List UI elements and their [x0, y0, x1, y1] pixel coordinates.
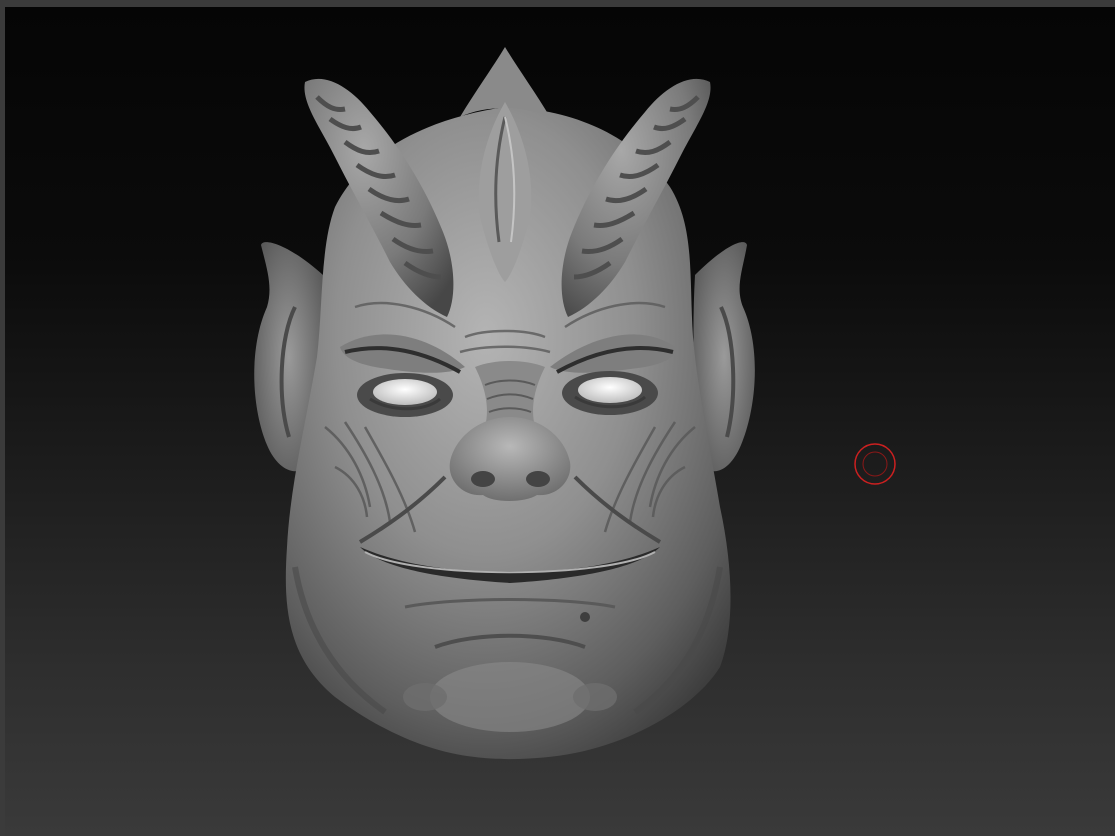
sculpted-demon-head-icon — [254, 47, 755, 760]
app-frame — [0, 0, 1115, 836]
sculpt-viewport[interactable] — [5, 7, 1115, 836]
right-eye — [578, 377, 642, 403]
left-eye — [373, 379, 437, 405]
brush-circle-icon — [854, 443, 896, 485]
